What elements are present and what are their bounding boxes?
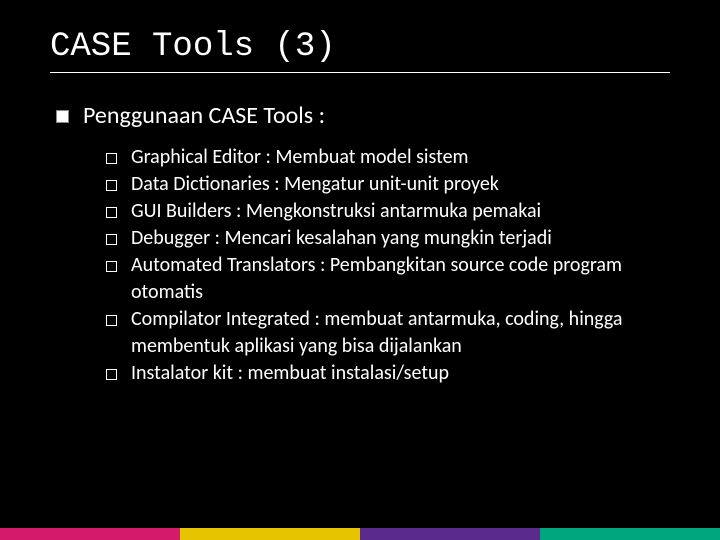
square-bullet-icon (56, 110, 69, 123)
level1-text: Penggunaan CASE Tools : (83, 101, 325, 130)
open-square-bullet-icon (106, 315, 117, 326)
open-square-bullet-icon (106, 261, 117, 272)
footer-segment-teal (540, 528, 720, 540)
list-item: GUI Builders : Mengkonstruksi antarmuka … (106, 198, 670, 225)
list-item-text: Automated Translators : Pembangkitan sou… (131, 252, 670, 306)
footer-color-bar (0, 528, 720, 540)
list-item-text: Data Dictionaries : Mengatur unit-unit p… (131, 171, 499, 198)
list-item-text: Graphical Editor : Membuat model sistem (131, 144, 469, 171)
footer-segment-purple (360, 528, 540, 540)
level1-item: Penggunaan CASE Tools : (50, 101, 670, 130)
list-item-text: GUI Builders : Mengkonstruksi antarmuka … (131, 198, 541, 225)
footer-segment-pink (0, 528, 180, 540)
list-item: Automated Translators : Pembangkitan sou… (106, 252, 670, 306)
open-square-bullet-icon (106, 234, 117, 245)
open-square-bullet-icon (106, 153, 117, 164)
open-square-bullet-icon (106, 180, 117, 191)
title-underline (50, 72, 670, 73)
list-item: Data Dictionaries : Mengatur unit-unit p… (106, 171, 670, 198)
open-square-bullet-icon (106, 207, 117, 218)
list-item-text: Instalator kit : membuat instalasi/setup (131, 360, 449, 387)
slide-title: CASE Tools (3) (50, 28, 670, 66)
list-item: Debugger : Mencari kesalahan yang mungki… (106, 225, 670, 252)
list-item: Graphical Editor : Membuat model sistem (106, 144, 670, 171)
list-item: Instalator kit : membuat instalasi/setup (106, 360, 670, 387)
list-item-text: Debugger : Mencari kesalahan yang mungki… (131, 225, 552, 252)
footer-segment-yellow (180, 528, 360, 540)
list-item-text: Compilator Integrated : membuat antarmuk… (131, 306, 670, 360)
level2-list: Graphical Editor : Membuat model sistem … (106, 144, 670, 387)
list-item: Compilator Integrated : membuat antarmuk… (106, 306, 670, 360)
open-square-bullet-icon (106, 369, 117, 380)
